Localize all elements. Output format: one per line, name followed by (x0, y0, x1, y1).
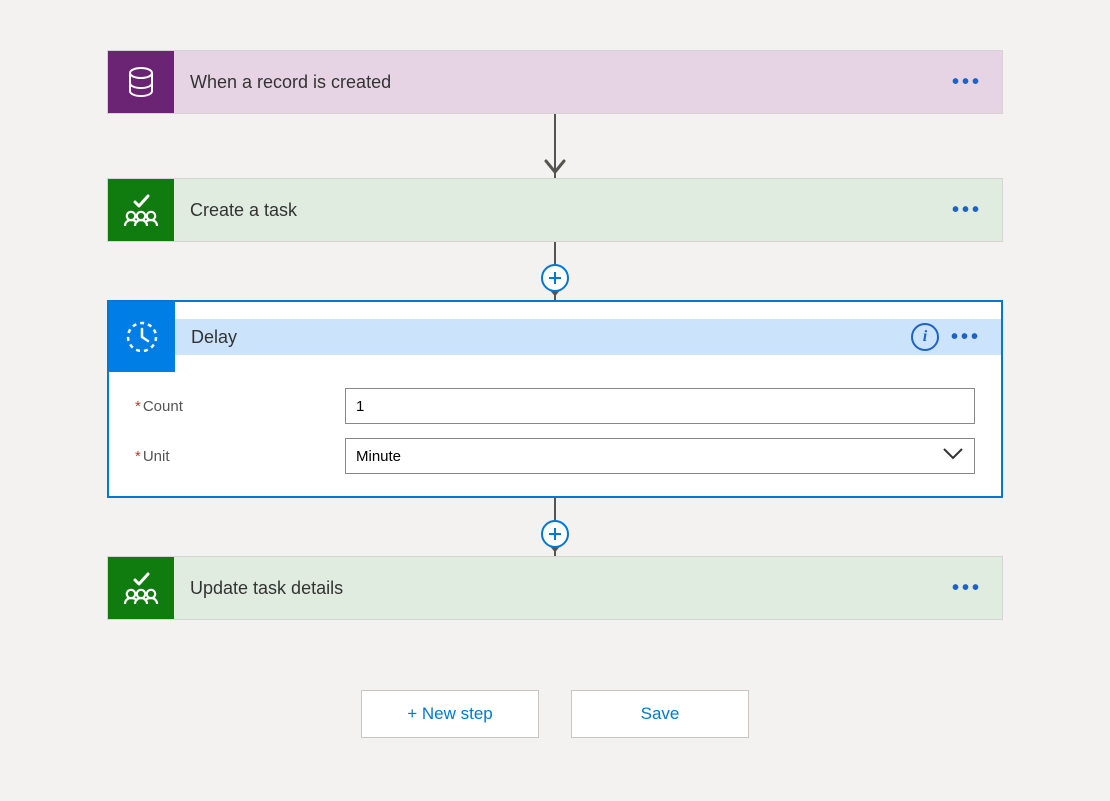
unit-row: *Unit Minute (135, 438, 975, 474)
new-step-button[interactable]: + New step (361, 690, 539, 738)
trigger-card[interactable]: When a record is created ••• (107, 50, 1003, 114)
create-task-card[interactable]: Create a task ••• (107, 178, 1003, 242)
add-step-button[interactable] (541, 520, 569, 548)
chevron-down-icon (942, 447, 964, 465)
unit-label: *Unit (135, 448, 345, 465)
planner-icon (108, 179, 174, 241)
info-button[interactable]: i (911, 323, 939, 351)
count-label: *Count (135, 398, 345, 415)
update-task-title: Update task details ••• (174, 557, 1002, 619)
trigger-title-text: When a record is created (190, 72, 391, 93)
save-button[interactable]: Save (571, 690, 749, 738)
delay-menu-button[interactable]: ••• (945, 319, 987, 355)
trigger-menu-button[interactable]: ••• (946, 64, 988, 100)
update-task-title-text: Update task details (190, 578, 343, 599)
footer: + New step Save (361, 690, 749, 738)
unit-selected-value: Minute (356, 448, 401, 465)
flow-canvas: When a record is created ••• (0, 0, 1110, 738)
count-input[interactable] (345, 388, 975, 424)
delay-card: Delay i ••• *Count *Unit Minute (107, 300, 1003, 498)
database-icon (108, 51, 174, 113)
create-task-menu-button[interactable]: ••• (946, 192, 988, 228)
delay-title-text: Delay (191, 327, 237, 348)
delay-body: *Count *Unit Minute (109, 372, 1001, 496)
create-task-title: Create a task ••• (174, 179, 1002, 241)
create-task-title-text: Create a task (190, 200, 297, 221)
add-step-button[interactable] (541, 264, 569, 292)
planner-icon (108, 557, 174, 619)
count-row: *Count (135, 388, 975, 424)
update-task-menu-button[interactable]: ••• (946, 570, 988, 606)
delay-header[interactable]: Delay i ••• (175, 319, 1001, 355)
update-task-card[interactable]: Update task details ••• (107, 556, 1003, 620)
unit-select[interactable]: Minute (345, 438, 975, 474)
schedule-icon (109, 302, 175, 372)
trigger-title: When a record is created ••• (174, 51, 1002, 113)
